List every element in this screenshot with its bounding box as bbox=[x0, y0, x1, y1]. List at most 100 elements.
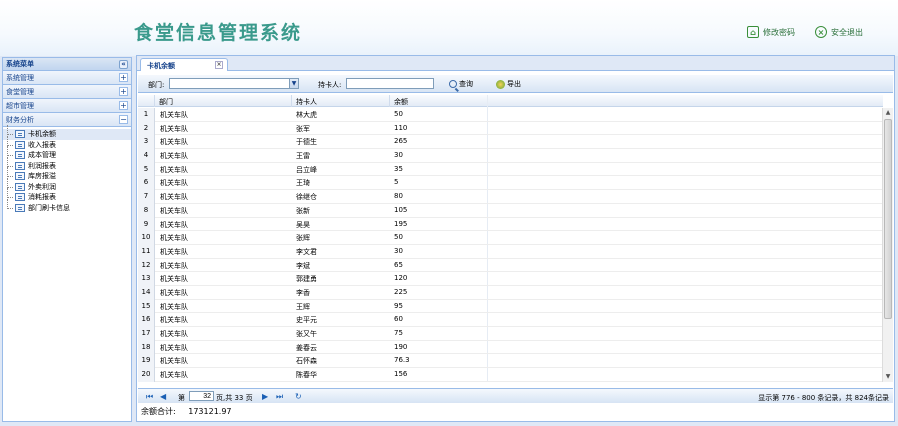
cell-dept: 机关车队 bbox=[160, 247, 188, 256]
cell-cardholder: 李斌 bbox=[296, 261, 310, 270]
tree-item-label: 库房报溢 bbox=[28, 172, 56, 181]
tree-item-label: 成本管理 bbox=[28, 151, 56, 160]
row-number: 3 bbox=[138, 135, 155, 150]
tree-item-cost-management[interactable]: 成本管理 bbox=[3, 146, 131, 161]
cell-dept: 机关车队 bbox=[160, 165, 188, 174]
tree-item-takeout-profit[interactable]: 外卖利润 bbox=[3, 177, 131, 193]
tree-item-profit-report[interactable]: 利润报表 bbox=[3, 156, 131, 172]
table-row[interactable]: 4 机关车队 王雷 30 bbox=[138, 149, 883, 163]
collapse-icon[interactable]: − bbox=[119, 115, 128, 124]
tree-item-label: 利润报表 bbox=[28, 161, 56, 170]
cell-balance: 50 bbox=[394, 110, 403, 118]
summary-label: 余额合计: bbox=[141, 407, 176, 416]
close-tab-icon[interactable]: × bbox=[215, 61, 223, 69]
refresh-icon[interactable]: ↻ bbox=[295, 392, 302, 401]
section-label: 系统管理 bbox=[6, 73, 34, 82]
report-icon bbox=[15, 151, 25, 160]
table-row[interactable]: 18 机关车队 姜春云 190 bbox=[138, 340, 883, 355]
table-row[interactable]: 19 机关车队 石怀森 76.3 bbox=[138, 354, 883, 369]
search-icon bbox=[449, 80, 457, 88]
page-number-input[interactable] bbox=[189, 391, 214, 401]
sidebar-section-system[interactable]: 系统管理 + bbox=[3, 71, 131, 85]
cell-balance: 30 bbox=[394, 246, 403, 255]
cell-balance: 75 bbox=[394, 329, 403, 337]
table-row[interactable]: 16 机关车队 史平元 60 bbox=[138, 313, 883, 327]
table-row[interactable]: 9 机关车队 吴昊 195 bbox=[138, 217, 883, 232]
page-prefix: 第 bbox=[178, 394, 185, 402]
table-row[interactable]: 17 机关车队 张又午 75 bbox=[138, 327, 883, 341]
row-number: 18 bbox=[138, 340, 155, 355]
sidebar-section-supermarket[interactable]: 超市管理 + bbox=[3, 99, 131, 113]
scroll-thumb[interactable] bbox=[884, 119, 892, 319]
close-circle-icon: × bbox=[815, 26, 827, 38]
section-label: 超市管理 bbox=[6, 101, 34, 110]
tree-item-card-balance[interactable]: 卡机余额 bbox=[3, 125, 131, 140]
expand-icon[interactable]: + bbox=[119, 101, 128, 110]
change-password-link[interactable]: ⌂ 修改密码 bbox=[747, 26, 795, 38]
table-row[interactable]: 13 机关车队 郭建勇 120 bbox=[138, 272, 883, 286]
search-button[interactable]: 查询 bbox=[449, 79, 473, 89]
grid-body: 1 机关车队 林大虎 50 2 机关车队 张军 110 3 机关车队 于德生 265 4 机关车队王… bbox=[138, 108, 883, 382]
table-row[interactable]: 10 机关车队 张辉 50 bbox=[138, 231, 883, 245]
cell-cardholder: 张辉 bbox=[296, 234, 310, 243]
dept-select[interactable]: ▼ bbox=[169, 78, 299, 89]
tree-item-warehouse-surplus[interactable]: 库房报溢 bbox=[3, 167, 131, 182]
cell-cardholder: 王雷 bbox=[296, 152, 310, 161]
cell-dept: 机关车队 bbox=[160, 288, 188, 297]
table-row[interactable]: 8 机关车队 张新 105 bbox=[138, 203, 883, 218]
first-page-icon[interactable]: ⏮ bbox=[146, 392, 153, 402]
prev-page-icon[interactable]: ◀ bbox=[160, 392, 166, 401]
row-number: 17 bbox=[138, 327, 155, 341]
chevron-down-icon[interactable]: ▼ bbox=[289, 79, 298, 88]
rownum-header bbox=[138, 95, 155, 107]
collapse-sidebar-button[interactable]: « bbox=[119, 59, 128, 69]
cell-cardholder: 史平元 bbox=[296, 316, 317, 325]
tree-item-dept-card-info[interactable]: 部门刷卡信息 bbox=[3, 198, 131, 214]
table-row[interactable]: 11 机关车队 李文君 30 bbox=[138, 244, 883, 259]
tree-item-income-report[interactable]: 收入报表 bbox=[3, 135, 131, 151]
column-header-dept[interactable]: 部门 bbox=[155, 95, 292, 107]
expand-icon[interactable]: + bbox=[119, 73, 128, 82]
table-row[interactable]: 14 机关车队 李香 225 bbox=[138, 285, 883, 300]
tree-line bbox=[7, 125, 13, 136]
vertical-scrollbar[interactable]: ▲ ▼ bbox=[882, 108, 893, 382]
cell-balance: 76.3 bbox=[394, 356, 410, 365]
sidebar-section-finance[interactable]: 财务分析 − bbox=[3, 113, 131, 127]
export-button[interactable]: 导出 bbox=[496, 79, 521, 89]
cell-cardholder: 徐继仓 bbox=[296, 193, 317, 202]
cardholder-input[interactable] bbox=[346, 78, 434, 89]
column-header-balance[interactable]: 余额 bbox=[390, 95, 488, 107]
tree-item-label: 卡机余额 bbox=[28, 130, 56, 139]
tree-line bbox=[7, 156, 13, 167]
scroll-down-icon[interactable]: ▼ bbox=[883, 372, 893, 382]
sidebar-title: 系统菜单 bbox=[6, 60, 34, 68]
tab-card-balance[interactable]: 卡机余额 × bbox=[140, 58, 228, 71]
next-page-icon[interactable]: ▶ bbox=[262, 392, 268, 401]
tree-item-consumption-report[interactable]: 消耗报表 bbox=[3, 188, 131, 203]
column-header-cardholder[interactable]: 持卡人 bbox=[292, 95, 390, 107]
cell-balance: 190 bbox=[394, 342, 408, 351]
table-row[interactable]: 2 机关车队 张军 110 bbox=[138, 121, 883, 136]
row-number: 5 bbox=[138, 162, 155, 177]
cell-dept: 机关车队 bbox=[160, 206, 188, 215]
logout-link[interactable]: × 安全退出 bbox=[815, 26, 863, 38]
expand-icon[interactable]: + bbox=[119, 87, 128, 96]
last-page-icon[interactable]: ⏭ bbox=[276, 392, 283, 402]
sidebar-header: 系统菜单 « bbox=[3, 58, 131, 71]
cell-balance: 30 bbox=[394, 151, 403, 160]
table-row[interactable]: 20 机关车队 陈春华 156 bbox=[138, 368, 883, 382]
table-row[interactable]: 12 机关车队 李斌 65 bbox=[138, 258, 883, 273]
scroll-up-icon[interactable]: ▲ bbox=[883, 108, 893, 118]
cell-dept: 机关车队 bbox=[160, 261, 188, 270]
paging-toolbar: ⏮ ◀ 第 页,共 33 页 ▶ ⏭ ↻ 显示第 776 - 800 条记录，共… bbox=[138, 388, 893, 403]
table-row[interactable]: 3 机关车队 于德生 265 bbox=[138, 135, 883, 150]
row-number: 10 bbox=[138, 231, 155, 245]
table-row[interactable]: 5 机关车队 吕立峰 35 bbox=[138, 162, 883, 177]
search-button-label: 查询 bbox=[459, 80, 473, 88]
sidebar-section-canteen[interactable]: 食堂管理 + bbox=[3, 85, 131, 99]
row-number: 12 bbox=[138, 258, 155, 273]
table-row[interactable]: 7 机关车队 徐继仓 80 bbox=[138, 190, 883, 204]
table-row[interactable]: 1 机关车队 林大虎 50 bbox=[138, 108, 883, 122]
table-row[interactable]: 6 机关车队 王琦 5 bbox=[138, 176, 883, 191]
table-row[interactable]: 15 机关车队 王辉 95 bbox=[138, 299, 883, 314]
